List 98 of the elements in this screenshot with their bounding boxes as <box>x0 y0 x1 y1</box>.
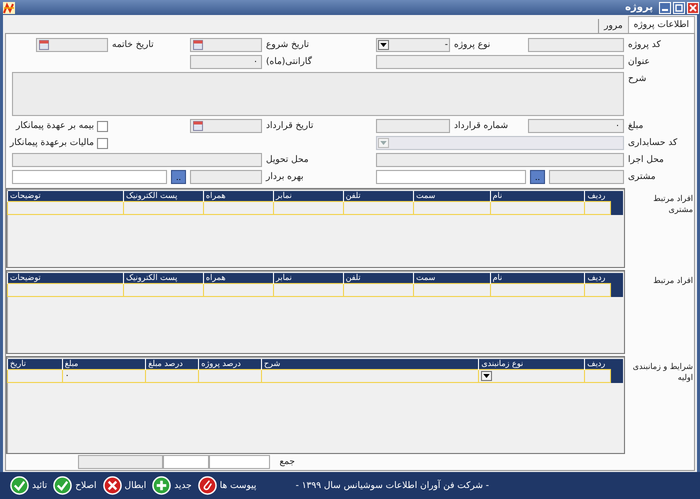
table-cell <box>584 284 610 296</box>
field-label: تاریخ قرارداد <box>266 120 314 133</box>
dropdown-field[interactable]: - <box>376 38 450 52</box>
text-field[interactable] <box>376 55 624 69</box>
column-header: نمابر <box>273 191 344 202</box>
column-header: سمت <box>414 191 490 202</box>
table-cell <box>273 284 344 296</box>
number-field[interactable]: ٠ <box>528 119 624 133</box>
dropdown-arrow-icon <box>378 40 389 50</box>
browse-button[interactable]: .. <box>171 170 186 184</box>
toolbar-button[interactable]: پیوست ها <box>198 476 256 495</box>
section-label: افراد مرتبط <box>652 275 693 287</box>
section-label: افراد مرتبط مشتری <box>652 193 693 216</box>
app-logo-icon <box>3 2 15 14</box>
field-label: عنوان <box>628 56 651 69</box>
toolbar-button[interactable]: اصلاح <box>53 476 97 495</box>
column-header: تاریخ <box>8 359 62 370</box>
status-text: - شرکت فن آوران اطلاعات سوشیانس سال ۱۳۹۹ - <box>296 480 489 490</box>
table-cell <box>203 202 274 214</box>
table-cell <box>584 202 610 214</box>
text-field[interactable] <box>12 153 262 167</box>
date-field[interactable] <box>190 119 262 133</box>
field-label: شرح <box>628 73 648 86</box>
check-icon <box>10 476 29 495</box>
check-icon <box>53 476 72 495</box>
description-field[interactable] <box>12 72 624 116</box>
column-header: ردیف <box>584 273 610 284</box>
toolbar-button[interactable]: تائید <box>10 476 48 495</box>
field-label: مشتری <box>628 171 657 184</box>
column-header: توضیحات <box>8 191 124 202</box>
total-label: جمع <box>278 457 295 467</box>
column-header: توضیحات <box>8 273 124 284</box>
close-icon <box>688 2 698 12</box>
calendar-icon <box>39 40 49 50</box>
dropdown-arrow-icon <box>378 138 389 148</box>
field-label: کد پروژه <box>628 39 662 52</box>
table-cell: ٠ <box>62 370 146 382</box>
close-button[interactable] <box>687 2 699 14</box>
text-field[interactable] <box>528 38 624 52</box>
total-field[interactable] <box>163 455 209 469</box>
column-header: همراه <box>203 191 274 202</box>
calendar-icon <box>193 121 203 131</box>
calendar-icon <box>193 40 203 50</box>
field-label: گارانتی(ماه) <box>266 55 313 69</box>
column-header: پست الکترونیک <box>124 191 204 202</box>
field-label: بهره بردار <box>266 171 305 184</box>
text-field[interactable] <box>12 170 167 184</box>
checkbox[interactable]: بیمه بر عهدة پیمانکار <box>16 119 108 133</box>
field-label: نوع پروژه <box>454 39 492 52</box>
text-field[interactable] <box>376 153 624 167</box>
date-field[interactable] <box>190 38 262 52</box>
column-header: درصد پروژه <box>198 359 262 370</box>
field-label: تاریخ خاتمه <box>112 39 155 52</box>
browse-button[interactable]: .. <box>530 170 545 184</box>
window-title: پروژه <box>625 2 653 13</box>
column-header: نوع زمانبندی <box>478 359 585 370</box>
column-header: نمابر <box>273 273 344 284</box>
field-label: تاریخ شروع <box>266 39 310 52</box>
field-label: محل تحویل <box>266 154 310 167</box>
toolbar-button[interactable]: جدید <box>152 476 192 495</box>
paperclip-icon <box>198 476 217 495</box>
table-cell <box>343 202 414 214</box>
table-cell <box>146 370 199 382</box>
checkbox[interactable]: مالیات برعهدة پیمانکار <box>10 136 108 150</box>
plus-icon <box>152 476 172 495</box>
minimize-icon <box>662 9 668 11</box>
code-field[interactable] <box>549 170 624 184</box>
column-header: شرح <box>262 359 479 370</box>
table-cell <box>343 284 414 296</box>
column-header: ردیف <box>584 359 610 370</box>
text-field[interactable] <box>376 119 450 133</box>
text-field[interactable] <box>376 170 526 184</box>
number-field[interactable]: ٠ <box>190 55 262 69</box>
minimize-button[interactable] <box>659 2 671 14</box>
column-header: نام <box>490 191 585 202</box>
table-cell <box>273 202 344 214</box>
toolbar-button[interactable]: ابطال <box>102 476 146 495</box>
section-label: شرایط و زمانبندی اولیه <box>632 361 693 384</box>
code-field[interactable] <box>190 170 262 184</box>
column-header: نام <box>490 273 585 284</box>
table-cell <box>198 370 262 382</box>
maximize-button[interactable] <box>673 2 685 14</box>
field-label: شماره قرارداد <box>454 120 510 133</box>
column-header: درصد مبلغ <box>146 359 199 370</box>
cancel-icon <box>102 476 122 495</box>
field-label: مبلغ <box>628 120 644 133</box>
field-label: محل اجرا <box>628 154 665 167</box>
column-header: سمت <box>414 273 490 284</box>
maximize-icon <box>674 2 684 12</box>
column-header: همراه <box>203 273 274 284</box>
tab[interactable]: اطلاعات پروژه <box>628 16 695 33</box>
total-field[interactable] <box>209 455 270 469</box>
column-header: پست الکترونیک <box>124 273 204 284</box>
field-label: کد حسابداری <box>628 137 678 150</box>
total-field[interactable] <box>78 455 163 469</box>
table-cell <box>203 284 274 296</box>
column-header: ردیف <box>584 191 610 202</box>
date-field[interactable] <box>36 38 108 52</box>
